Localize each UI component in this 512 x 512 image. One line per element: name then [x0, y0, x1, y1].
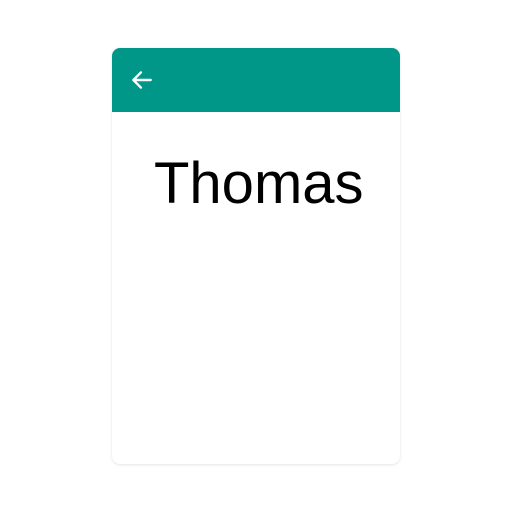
- screen: Thomas: [0, 0, 512, 512]
- arrow-left-icon: [132, 71, 152, 89]
- profile-card: Thomas: [112, 48, 400, 464]
- back-button[interactable]: [128, 66, 156, 94]
- person-name: Thomas: [154, 151, 364, 216]
- app-bar: [112, 48, 400, 112]
